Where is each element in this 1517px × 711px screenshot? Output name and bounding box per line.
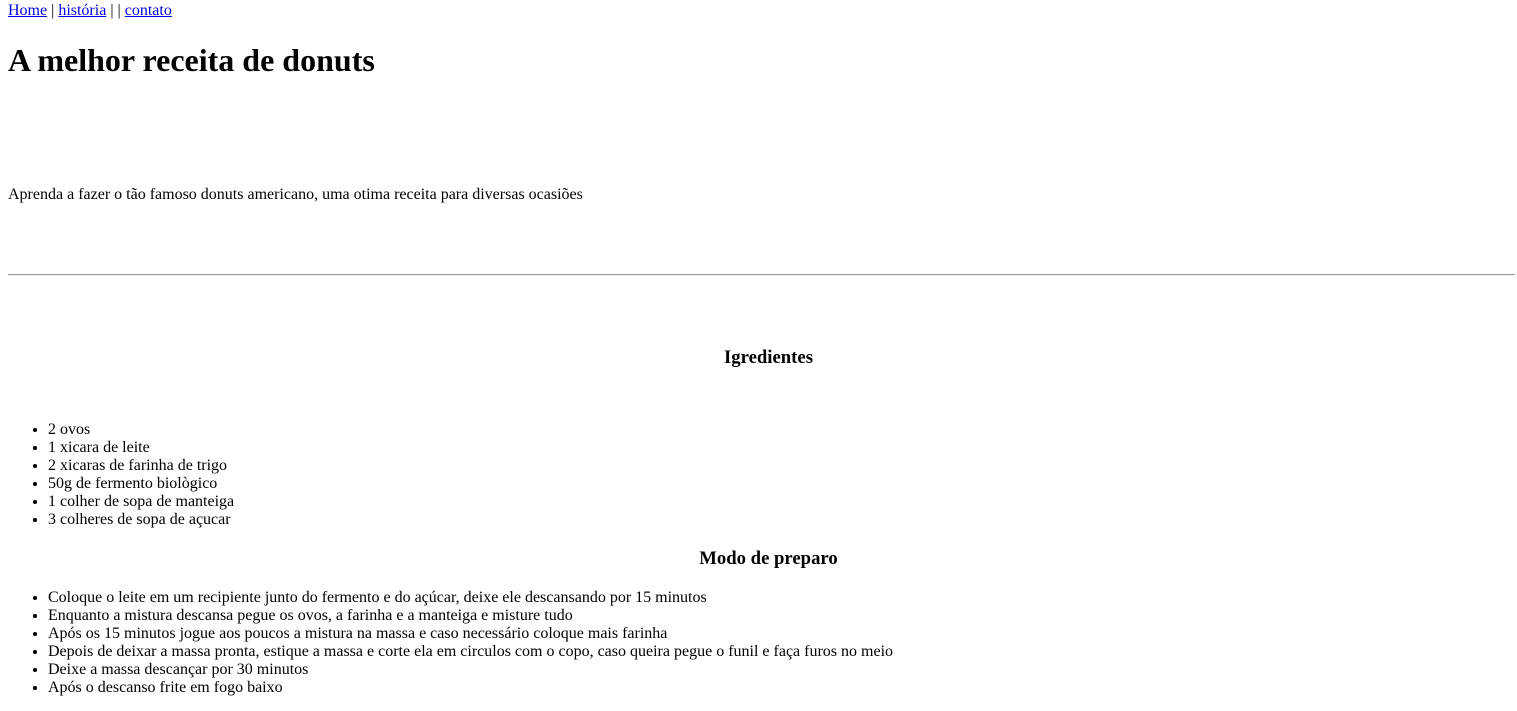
page: Home | história | | contato A melhor rec… (0, 0, 1517, 711)
preparation-title: Modo de preparo (699, 548, 838, 569)
list-item: 1 colher de sopa de manteiga (48, 493, 234, 511)
list-item: Deixe a massa descançar por 30 minutos (48, 661, 893, 679)
list-item: Depois de deixar a massa pronta, estique… (48, 643, 893, 661)
top-nav: Home | história | | contato (8, 2, 172, 20)
ingredients-list: 2 ovos 1 xicara de leite 2 xicaras de fa… (48, 421, 234, 529)
intro-paragraph: Aprenda a fazer o tão famoso donuts amer… (8, 186, 583, 203)
list-item: 1 xicara de leite (48, 439, 234, 457)
list-item: 2 xicaras de farinha de trigo (48, 457, 234, 475)
nav-separator: | (47, 2, 59, 19)
nav-separator: | | (106, 2, 125, 19)
list-item: Enquanto a mistura descansa pegue os ovo… (48, 607, 893, 625)
list-item: Coloque o leite em um recipiente junto d… (48, 589, 893, 607)
page-title: A melhor receita de donuts (8, 42, 375, 78)
nav-link-historia[interactable]: história (58, 2, 106, 19)
nav-link-contato[interactable]: contato (125, 2, 172, 19)
list-item: 2 ovos (48, 421, 234, 439)
list-item: 3 colheres de sopa de açucar (48, 511, 234, 529)
list-item: Após o descanso frite em fogo baixo (48, 679, 893, 697)
preparation-list: Coloque o leite em um recipiente junto d… (48, 589, 893, 697)
nav-link-home[interactable]: Home (8, 2, 47, 19)
ingredients-title: Igredientes (724, 347, 813, 368)
divider (8, 274, 1515, 276)
list-item: Após os 15 minutos jogue aos poucos a mi… (48, 625, 893, 643)
list-item: 50g de fermento biològico (48, 475, 234, 493)
